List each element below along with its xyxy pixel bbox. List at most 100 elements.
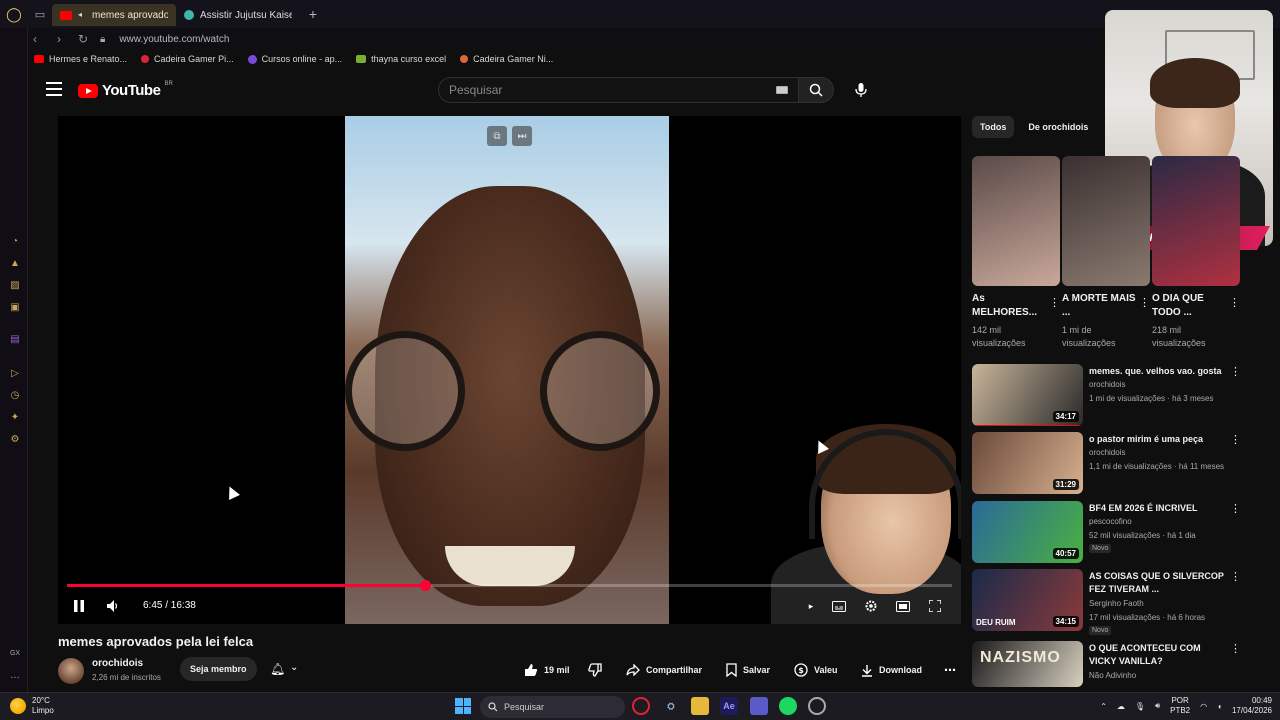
short-title[interactable]: O DIA QUE TODO ...	[1152, 292, 1228, 320]
obs-icon[interactable]	[808, 697, 826, 715]
search-input[interactable]: Pesquisar	[438, 77, 800, 103]
channel-avatar[interactable]	[58, 658, 84, 684]
forward-icon[interactable]: ›	[52, 32, 66, 46]
fullscreen-button[interactable]	[925, 596, 945, 616]
channel-name[interactable]: Serginho Faoth	[1089, 599, 1144, 608]
list-item[interactable]: NAZISMO O QUE ACONTECEU COM VICKY VANILL…	[972, 641, 1244, 687]
video-title[interactable]: memes. que. velhos vao. gosta	[1089, 365, 1229, 378]
opera-gx-app-icon[interactable]	[632, 697, 650, 715]
more-options-icon[interactable]: ⋮	[1229, 296, 1240, 309]
new-tab-button[interactable]: +	[304, 5, 322, 23]
volume-tray-icon[interactable]: 🔊︎	[1155, 701, 1160, 711]
notification-bell-icon[interactable]: 🔔︎	[270, 662, 285, 676]
opera-gx-logo-icon[interactable]: ◯	[0, 0, 28, 28]
mic-tray-icon[interactable]: 🎙︎	[1135, 702, 1145, 711]
chevron-up-icon[interactable]: ⌃	[1100, 702, 1107, 711]
bookmark-item[interactable]: thayna curso excel	[356, 54, 446, 64]
dislike-button[interactable]	[588, 659, 602, 681]
search-button[interactable]	[798, 77, 834, 103]
video-title[interactable]: o pastor mirim é uma peça	[1089, 433, 1229, 446]
download-button[interactable]: Download	[861, 659, 922, 681]
short-item[interactable]: O DIA QUE TODO ... 218 mil visualizações…	[1152, 156, 1240, 350]
after-effects-icon[interactable]: Ae	[720, 697, 738, 715]
list-item[interactable]: DEU RUIM 34:15 AS COISAS QUE O SILVERCOP…	[972, 569, 1244, 635]
video-title[interactable]: O QUE ACONTECEU COM VICKY VANILLA?	[1089, 642, 1229, 668]
taskbar-search[interactable]: Pesquisar	[480, 696, 625, 718]
more-icon[interactable]: …	[9, 670, 21, 682]
channel-name[interactable]: pescocofino	[1089, 517, 1132, 526]
back-icon[interactable]: ‹	[28, 32, 42, 46]
audio-icon[interactable]: ◂	[78, 11, 86, 19]
autoplay-toggle[interactable]: ▸	[801, 596, 821, 616]
speaker-icon[interactable]: ◖	[1217, 702, 1222, 711]
more-options-icon[interactable]: ⋮	[1230, 642, 1241, 655]
bookmark-item[interactable]: Cursos online - ap...	[247, 54, 342, 64]
list-item[interactable]: 31:29 o pastor mirim é uma peça orochido…	[972, 432, 1244, 494]
share-button[interactable]: Compartilhar	[626, 659, 702, 681]
youtube-logo[interactable]: YouTube BR	[78, 81, 173, 99]
twitch-icon[interactable]: ▤	[9, 334, 21, 346]
volume-button[interactable]	[103, 596, 123, 616]
chip-all[interactable]: Todos	[972, 116, 1015, 138]
list-item[interactable]: 40:57 BF4 EM 2026 É INCRIVEL pescocofino…	[972, 501, 1244, 563]
teams-icon[interactable]	[750, 697, 768, 715]
more-options-icon[interactable]: ⋮	[1139, 296, 1150, 309]
theater-mode-button[interactable]	[893, 596, 913, 616]
extensions-icon[interactable]: ✦	[9, 412, 21, 424]
file-explorer-icon[interactable]	[691, 697, 709, 715]
wifi-icon[interactable]: ◠	[1200, 702, 1207, 711]
short-title[interactable]: As MELHORES...	[972, 292, 1048, 320]
reload-icon[interactable]: ↻	[76, 32, 90, 46]
video-thumbnail[interactable]: 40:57	[972, 501, 1083, 563]
history-icon[interactable]: ◷	[9, 390, 21, 402]
short-item[interactable]: A MORTE MAIS ... 1 mi de visualizações ⋮	[1062, 156, 1150, 350]
join-button[interactable]: Seja membro	[180, 657, 257, 681]
list-item[interactable]: 34:17 memes. que. velhos vao. gosta oroc…	[972, 364, 1244, 426]
start-button[interactable]	[455, 698, 471, 714]
short-thumbnail[interactable]	[972, 156, 1060, 286]
skip-next-icon[interactable]: ⏭	[512, 126, 532, 146]
more-options-icon[interactable]: ⋮	[1230, 365, 1241, 378]
spotify-icon[interactable]	[779, 697, 797, 715]
short-thumbnail[interactable]	[1152, 156, 1240, 286]
chip-channel[interactable]: De orochidois	[1020, 116, 1096, 138]
pause-button[interactable]	[69, 596, 89, 616]
steam-app-icon[interactable]: ⛭	[662, 697, 680, 715]
language-indicator[interactable]: POR PTB2	[1170, 696, 1190, 716]
keyboard-icon[interactable]	[776, 86, 788, 94]
channel-name[interactable]: Não Adivinho	[1089, 671, 1136, 680]
short-title[interactable]: A MORTE MAIS ...	[1062, 292, 1138, 320]
thanks-button[interactable]: $ Valeu	[794, 659, 838, 681]
bookmark-item[interactable]: Cadeira Gamer Pi...	[141, 54, 234, 64]
player-icon[interactable]: ▷	[9, 368, 21, 380]
messenger-icon[interactable]: ▣	[9, 302, 21, 314]
clock[interactable]: 00:49 17/04/2026	[1232, 696, 1272, 716]
video-title[interactable]: BF4 EM 2026 É INCRIVEL	[1089, 502, 1229, 515]
bookmark-item[interactable]: Hermes e Renato...	[34, 54, 127, 64]
lock-icon[interactable]: 🔒︎	[100, 34, 105, 45]
subtitles-button[interactable]	[829, 596, 849, 616]
more-options-icon[interactable]: ⋮	[1230, 570, 1241, 583]
settings-icon[interactable]: ⚙	[9, 434, 21, 446]
channel-name[interactable]: orochidois	[92, 658, 143, 669]
workspaces-icon[interactable]: ▭	[28, 2, 52, 26]
more-options-icon[interactable]: ⋮	[1230, 502, 1241, 515]
channel-name[interactable]: orochidois	[1089, 448, 1125, 457]
like-button[interactable]: 19 mil	[524, 659, 570, 681]
video-title[interactable]: AS COISAS QUE O SILVERCOP FEZ TIVERAM ..…	[1089, 570, 1229, 596]
progress-bar[interactable]	[67, 580, 952, 591]
gx-cleaner-icon[interactable]: ▨	[9, 280, 21, 292]
chevron-down-icon[interactable]: ⌄	[290, 662, 298, 673]
video-thumbnail[interactable]: 31:29	[972, 432, 1083, 494]
video-thumbnail[interactable]: 34:17	[972, 364, 1083, 426]
miniplayer-icon[interactable]: ⧉	[487, 126, 507, 146]
hamburger-menu-icon[interactable]	[46, 82, 62, 96]
voice-search-button[interactable]	[848, 77, 874, 103]
channel-name[interactable]: orochidois	[1089, 380, 1125, 389]
url-field[interactable]: www.youtube.com/watch	[119, 34, 229, 45]
video-thumbnail[interactable]: DEU RUIM 34:15	[972, 569, 1083, 631]
weather-widget[interactable]: 20°C Limpo	[10, 696, 54, 716]
video-thumbnail[interactable]: NAZISMO	[972, 641, 1083, 687]
save-button[interactable]: Salvar	[726, 659, 770, 681]
more-options-icon[interactable]: ⋮	[1230, 433, 1241, 446]
